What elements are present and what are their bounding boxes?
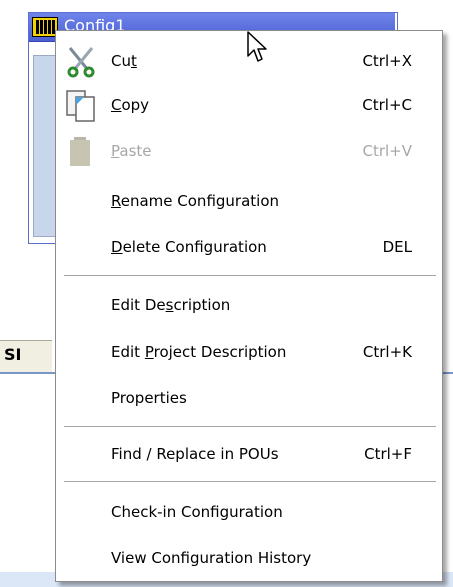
menu-item-label: Copy <box>111 96 150 114</box>
menu-item-label: Delete Configuration <box>111 238 267 256</box>
menu-item-delete[interactable]: Delete Configuration DEL <box>56 227 442 267</box>
menu-item-label: Edit Description <box>111 296 231 314</box>
mouse-cursor-icon <box>247 31 267 62</box>
copy-icon <box>66 90 95 122</box>
menu-separator <box>64 481 436 483</box>
menu-item-check-in[interactable]: Check-in Configuration <box>56 492 442 532</box>
scissors-icon <box>67 47 95 78</box>
menu-item-shortcut: Ctrl+X <box>362 52 412 70</box>
menu-item-label: Paste <box>111 142 152 160</box>
menu-item-label: Check-in Configuration <box>111 503 283 521</box>
menu-item-rename[interactable]: Rename Configuration <box>56 181 442 221</box>
background-tab-label[interactable]: SI <box>4 345 21 364</box>
menu-separator <box>64 275 436 277</box>
menu-item-view-history[interactable]: View Configuration History <box>56 538 442 578</box>
menu-item-shortcut: DEL <box>382 238 412 256</box>
menu-item-shortcut: Ctrl+K <box>362 343 412 361</box>
menu-item-shortcut: Ctrl+V <box>362 142 412 160</box>
menu-item-shortcut: Ctrl+C <box>362 96 412 114</box>
menu-item-label: Find / Replace in POUs <box>111 445 279 463</box>
context-menu: Cut Ctrl+X Copy Ctrl+C Paste Ctrl+V Rena… <box>55 30 443 582</box>
menu-item-edit-project-description[interactable]: Edit Project Description Ctrl+K <box>56 332 442 372</box>
paste-icon <box>70 137 90 166</box>
menu-item-edit-description[interactable]: Edit Description <box>56 285 442 325</box>
menu-item-label: Cut <box>111 52 137 70</box>
menu-item-find-replace[interactable]: Find / Replace in POUs Ctrl+F <box>56 434 442 474</box>
menu-item-label: View Configuration History <box>111 549 312 567</box>
menu-item-copy[interactable]: Copy Ctrl+C <box>56 85 442 125</box>
menu-item-label: Rename Configuration <box>111 192 280 210</box>
menu-item-label: Edit Project Description <box>111 343 287 361</box>
menu-item-properties[interactable]: Properties <box>56 378 442 418</box>
menu-item-paste[interactable]: Paste Ctrl+V <box>56 131 442 171</box>
menu-item-shortcut: Ctrl+F <box>364 445 412 463</box>
menu-item-label: Properties <box>111 389 187 407</box>
menu-separator <box>64 426 436 428</box>
